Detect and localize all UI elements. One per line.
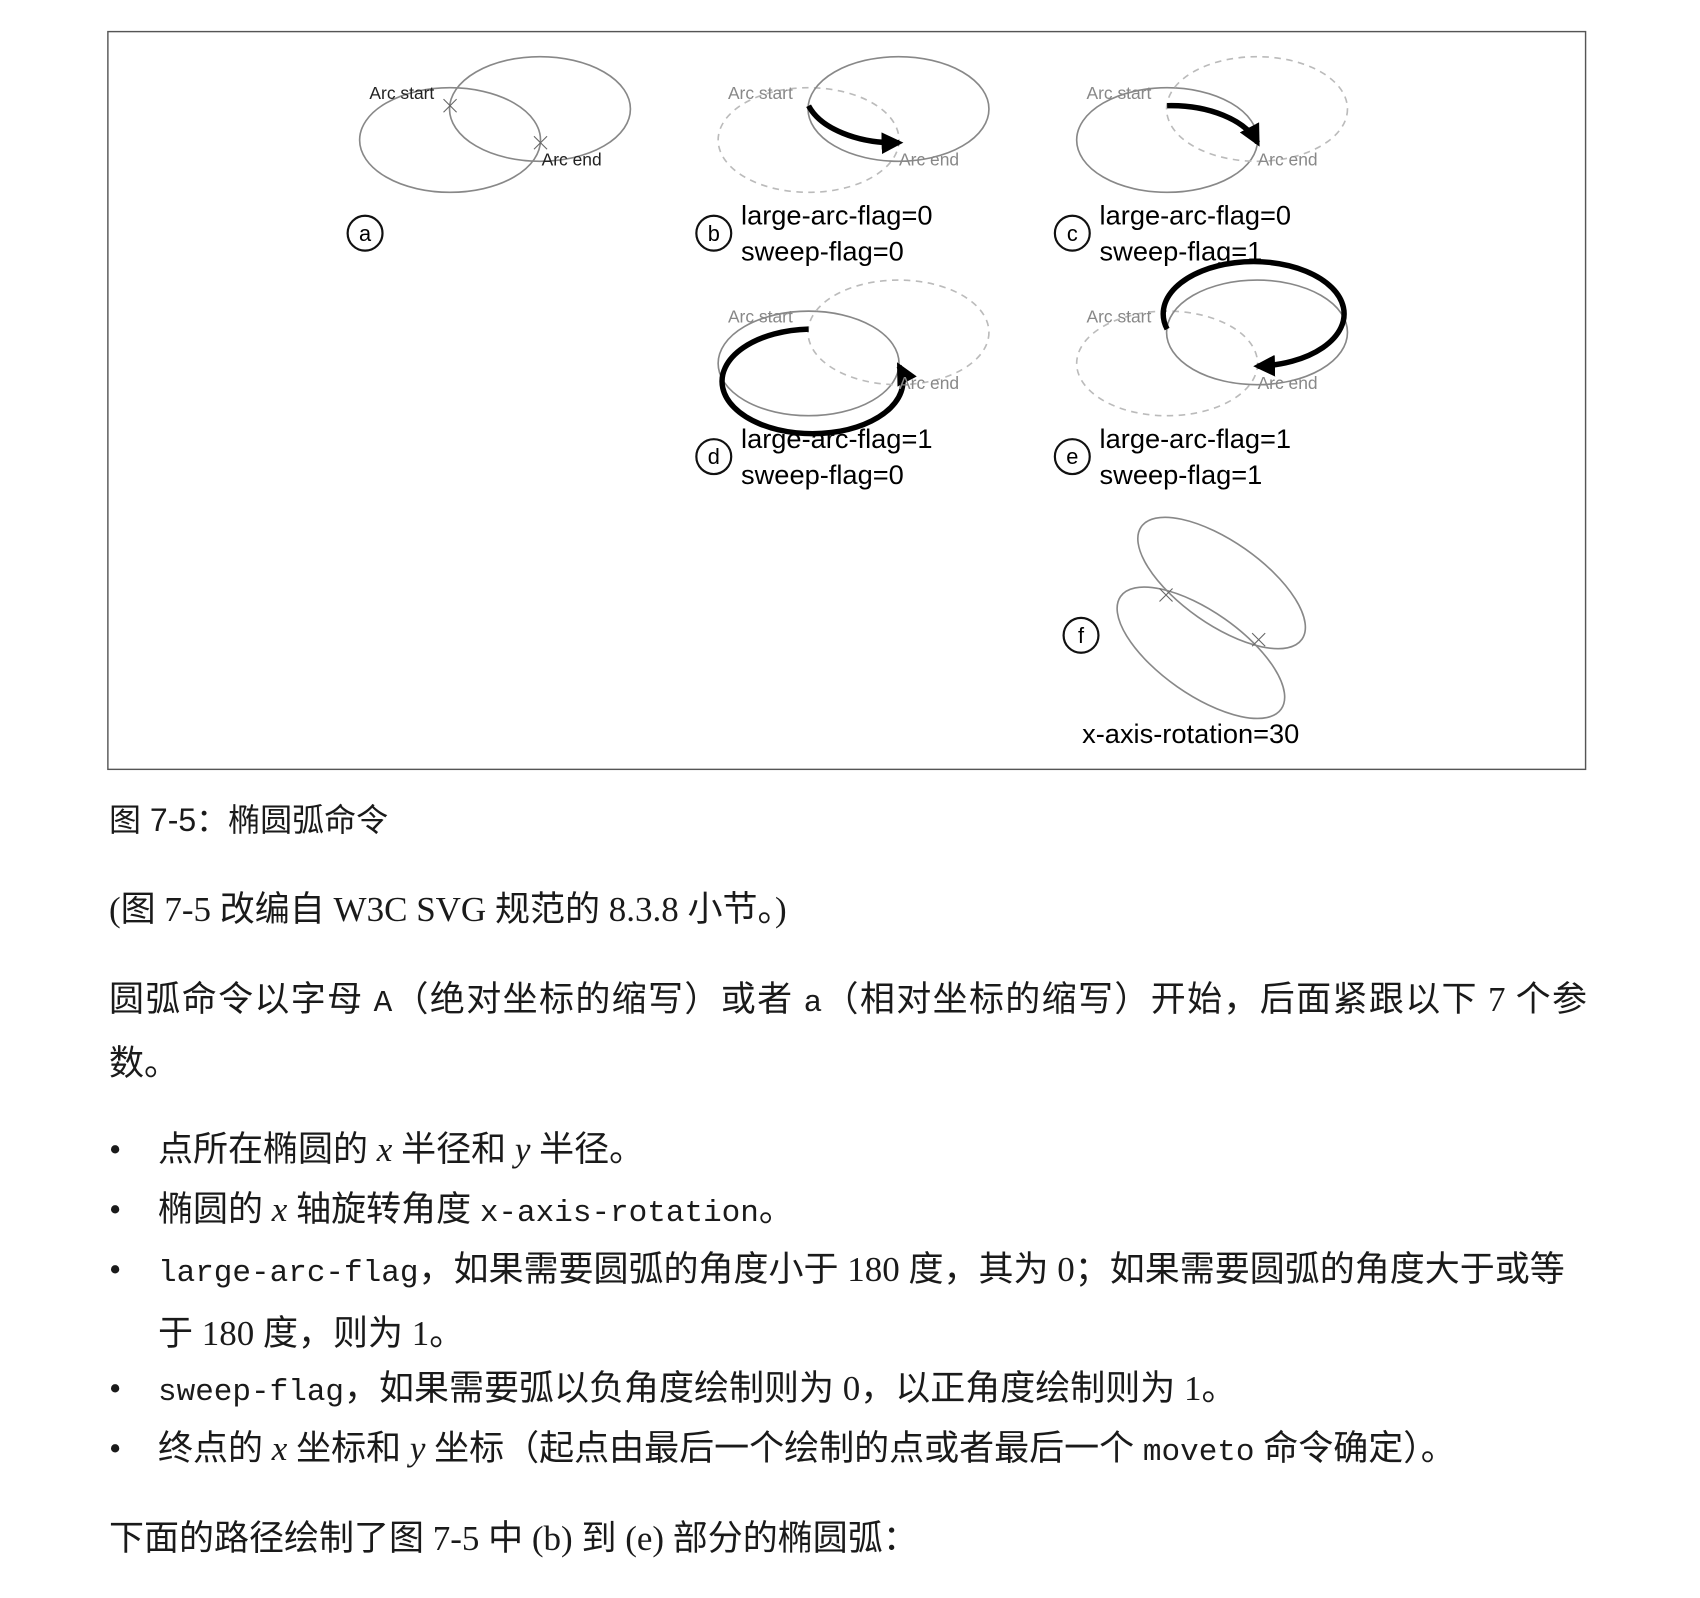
code: sweep-flag — [158, 1375, 345, 1410]
text: 半径和 — [392, 1130, 515, 1169]
panel-letter: e — [1066, 444, 1078, 469]
flag-label: large-arc-flag=0 — [741, 199, 933, 230]
panel-letter: d — [708, 444, 720, 469]
rotation-label: x-axis-rotation=30 — [1082, 718, 1299, 749]
text: 终点的 — [158, 1429, 272, 1468]
panel-letter: c — [1067, 221, 1078, 246]
list-item: • 终点的 x 坐标和 y 坐标（起点由最后一个绘制的点或者最后一个 moveto… — [109, 1419, 1587, 1483]
var: x — [271, 1429, 288, 1468]
text: 点所在椭圆的 — [158, 1130, 377, 1169]
list-item: • 点所在椭圆的 x 半径和 y 半径。 — [109, 1120, 1587, 1180]
flag-label: large-arc-flag=1 — [741, 423, 933, 454]
flag-label: sweep-flag=0 — [741, 459, 904, 490]
list-item: • large-arc-flag，如果需要圆弧的角度小于 180 度，其为 0；如… — [109, 1240, 1587, 1364]
text: 半径。 — [530, 1130, 645, 1169]
arc-start-label: Arc start — [369, 83, 434, 103]
var: y — [514, 1130, 531, 1169]
arc-end-label: Arc end — [899, 373, 959, 393]
code: large-arc-flag — [158, 1256, 419, 1291]
code: moveto — [1142, 1435, 1255, 1470]
arc-end-label: Arc end — [542, 150, 602, 170]
arc-start-label: Arc start — [728, 83, 793, 103]
bullet-icon: • — [109, 1190, 122, 1229]
figure-frame — [107, 30, 1587, 771]
code: A — [373, 986, 393, 1021]
text: ，如果需要弧以负角度绘制则为 0，以正角度绘制则为 1。 — [344, 1369, 1237, 1408]
bullet-icon: • — [109, 1429, 122, 1468]
bullet-icon: • — [109, 1250, 122, 1289]
flag-label: large-arc-flag=0 — [1100, 199, 1292, 230]
panel-letter: b — [708, 221, 720, 246]
arc-end-label: Arc end — [1258, 373, 1318, 393]
arc-end-label: Arc end — [1258, 150, 1318, 170]
var: y — [409, 1429, 426, 1468]
intro-paragraph: 圆弧命令以字母 A（绝对坐标的缩写）或者 a（相对坐标的缩写）开始，后面紧跟以下… — [109, 970, 1587, 1094]
list-item: • sweep-flag，如果需要弧以负角度绘制则为 0，以正角度绘制则为 1。 — [109, 1359, 1587, 1423]
code: x-axis-rotation — [479, 1196, 759, 1231]
bullet-icon: • — [109, 1369, 122, 1408]
text: 命令确定）。 — [1254, 1429, 1456, 1468]
code: a — [803, 986, 823, 1021]
panel-letter: f — [1078, 623, 1085, 648]
var: x — [376, 1130, 393, 1169]
source-note: (图 7-5 改编自 W3C SVG 规范的 8.3.8 小节。) — [109, 890, 787, 929]
arc-start-label: Arc start — [1086, 83, 1151, 103]
closing-paragraph: 下面的路径绘制了图 7-5 中 (b) 到 (e) 部分的椭圆弧： — [109, 1519, 918, 1558]
text: 圆弧命令以字母 — [109, 980, 374, 1019]
flag-label: sweep-flag=0 — [741, 235, 904, 266]
panel-letter: a — [359, 221, 372, 246]
list-item: • 椭圆的 x 轴旋转角度 x-axis-rotation。 — [109, 1180, 1587, 1244]
text: 轴旋转角度 — [287, 1190, 480, 1229]
var: x — [271, 1190, 288, 1229]
flag-label: large-arc-flag=1 — [1100, 423, 1292, 454]
bullet-icon: • — [109, 1130, 122, 1169]
arc-end-label: Arc end — [899, 150, 959, 170]
text: 坐标和 — [287, 1429, 410, 1468]
arc-start-label: Arc start — [1086, 307, 1151, 327]
text: 坐标（起点由最后一个绘制的点或者最后一个 — [425, 1429, 1143, 1468]
text: 椭圆的 — [158, 1190, 272, 1229]
figure-caption: 图 7-5：椭圆弧命令 — [109, 802, 389, 838]
arc-start-label: Arc start — [728, 307, 793, 327]
flag-label: sweep-flag=1 — [1100, 459, 1263, 490]
text: 。 — [758, 1190, 794, 1229]
text: （绝对坐标的缩写）或者 — [392, 980, 804, 1019]
